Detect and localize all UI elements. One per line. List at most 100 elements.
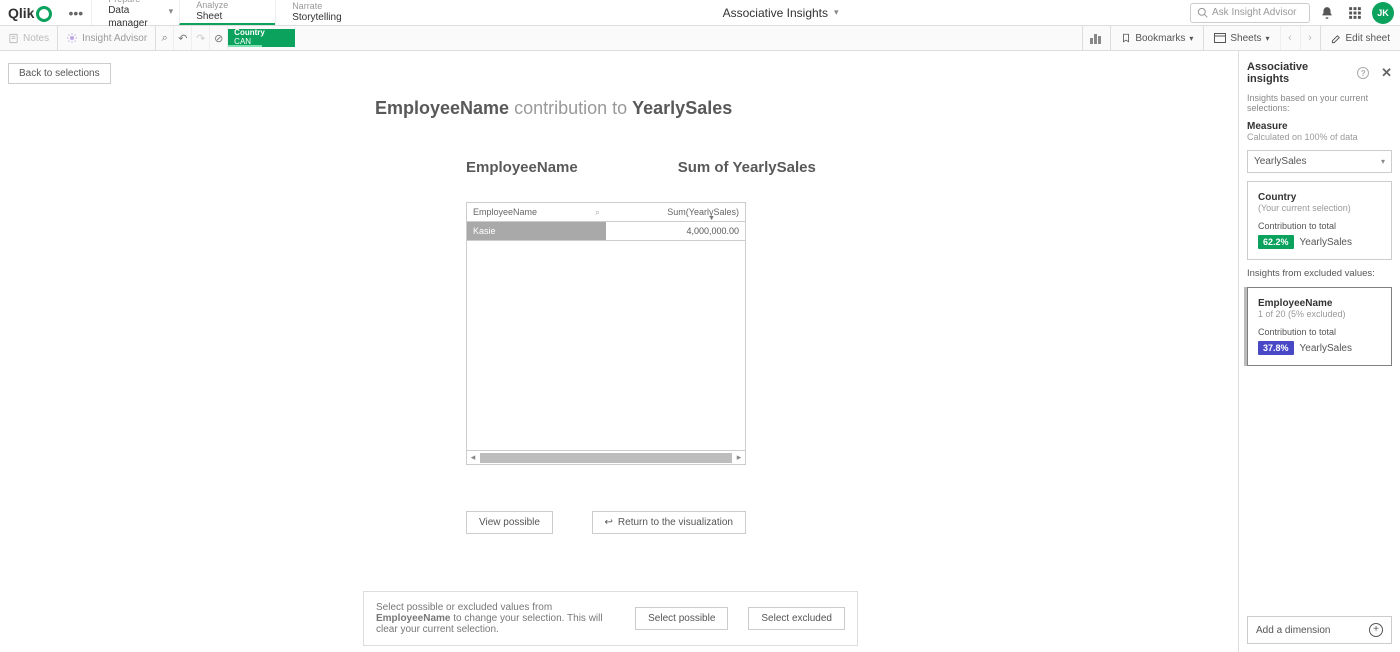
notes-icon (8, 33, 19, 44)
notifications-icon[interactable] (1316, 2, 1338, 24)
cell-value: 4,000,000.00 (606, 222, 746, 241)
prev-sheet-button[interactable]: ‹ (1280, 26, 1300, 50)
search-placeholder: Ask Insight Advisor (1212, 7, 1296, 18)
sheets-label: Sheets (1230, 33, 1261, 44)
table-action-buttons: View possible ↩ Return to the visualizat… (466, 511, 746, 534)
select-possible-button[interactable]: Select possible (635, 607, 728, 630)
cell-name: Kasie (467, 222, 607, 241)
measure-select[interactable]: YearlySales ▾ (1247, 150, 1392, 173)
measure-hint: Calculated on 100% of data (1247, 132, 1392, 142)
chevron-down-icon: ▾ (834, 7, 839, 18)
add-dimension-button[interactable]: Add a dimension + (1247, 616, 1392, 644)
next-sheet-button[interactable]: › (1300, 26, 1320, 50)
select-excluded-button[interactable]: Select excluded (748, 607, 845, 630)
content-area: Back to selections EmployeeName contribu… (0, 51, 1238, 652)
selections-tool-icon[interactable] (1082, 26, 1110, 50)
card2-field: EmployeeName (1258, 298, 1381, 309)
back-to-selections-button[interactable]: Back to selections (8, 63, 111, 84)
title-part-b: contribution to (509, 98, 632, 118)
edit-sheet-button[interactable]: Edit sheet (1320, 26, 1400, 50)
nav-analyze-label-top: Analyze (196, 1, 259, 10)
step-back-icon[interactable]: ↶ (174, 26, 192, 50)
card1-pct-badge: 62.2% (1258, 235, 1294, 249)
selection-toolbar: Notes Insight Advisor ⌕ ↶ ↷ ⊘ Country CA… (0, 26, 1400, 51)
bookmarks-label: Bookmarks (1135, 33, 1185, 44)
insight-advisor-label: Insight Advisor (82, 33, 147, 44)
table-head-sum[interactable]: Sum(YearlySales) ▼ (606, 203, 746, 222)
logo-icon (36, 6, 52, 22)
chevron-down-icon: ▾ (1266, 34, 1270, 43)
step-forward-icon[interactable]: ↷ (192, 26, 210, 50)
nav-narrate-label-top: Narrate (292, 2, 355, 11)
top-bar: Qlik ••• Prepare Data manager ▾ Analyze … (0, 0, 1400, 26)
app-title[interactable]: Associative Insights ▾ (371, 6, 1190, 20)
undo-icon: ↩ (605, 517, 613, 528)
user-avatar[interactable]: JK (1372, 2, 1394, 24)
scroll-track[interactable] (480, 453, 732, 463)
edit-icon (1331, 33, 1342, 44)
logo-text: Qlik (8, 5, 34, 21)
notes-label: Notes (23, 33, 49, 44)
sheets-button[interactable]: Sheets ▾ (1203, 26, 1279, 50)
panel-title: Associative insights (1247, 61, 1351, 85)
plus-circle-icon: + (1369, 623, 1383, 637)
col-head-left: EmployeeName (466, 159, 578, 176)
footer-bold: EmployeeName (376, 613, 450, 624)
chevron-down-icon: ▾ (1381, 157, 1385, 166)
scroll-left-icon[interactable]: ◂ (467, 452, 479, 463)
return-visualization-button[interactable]: ↩ Return to the visualization (592, 511, 746, 534)
sort-desc-icon[interactable]: ▼ (708, 215, 715, 222)
clear-selections-icon[interactable]: ⊘ (210, 26, 228, 50)
nav-narrate[interactable]: Narrate Storytelling (275, 0, 371, 25)
bookmarks-button[interactable]: Bookmarks ▾ (1110, 26, 1203, 50)
close-icon[interactable]: ✕ (1381, 65, 1392, 81)
app-logo[interactable]: Qlik (0, 5, 60, 21)
search-icon (1197, 7, 1208, 18)
main-area: Back to selections EmployeeName contribu… (0, 51, 1400, 652)
nav-prepare-label-bottom: Data manager (108, 4, 163, 30)
selection-chip-country[interactable]: Country CAN (228, 29, 295, 47)
chevron-down-icon[interactable]: ▾ (169, 6, 174, 17)
edit-sheet-label: Edit sheet (1346, 33, 1390, 44)
title-part-a: EmployeeName (375, 98, 509, 118)
insights-panel: Associative insights ? ✕ Insights based … (1238, 51, 1400, 652)
app-grid-icon[interactable] (1344, 2, 1366, 24)
help-icon[interactable]: ? (1357, 67, 1369, 79)
card1-field: Country (1258, 192, 1381, 203)
bookmark-icon (1121, 32, 1131, 44)
card2-contrib-label: Contribution to total (1258, 327, 1381, 337)
table-row[interactable]: Kasie 4,000,000.00 (467, 222, 746, 241)
card1-contrib-label: Contribution to total (1258, 221, 1381, 231)
app-title-label: Associative Insights (723, 6, 828, 20)
sheets-icon (1214, 33, 1226, 43)
scroll-right-icon[interactable]: ▸ (733, 452, 745, 463)
panel-header: Associative insights ? ✕ (1247, 61, 1392, 85)
add-dimension-label: Add a dimension (1256, 625, 1331, 636)
card1-metric: YearlySales (1300, 237, 1352, 248)
col-head-right: Sum of YearlySales (678, 159, 816, 176)
table-head-employee[interactable]: EmployeeName ⌕ (467, 203, 607, 222)
return-viz-label: Return to the visualization (618, 517, 733, 528)
nav-analyze[interactable]: Analyze Sheet (179, 0, 275, 25)
title-part-c: YearlySales (632, 98, 732, 118)
table-hscroll[interactable]: ◂ ▸ (466, 451, 746, 465)
card1-sub: (Your current selection) (1258, 203, 1381, 213)
footer-pre: Select possible or excluded values from (376, 602, 552, 613)
insight-card-excluded[interactable]: EmployeeName 1 of 20 (5% excluded) Contr… (1247, 287, 1392, 366)
table-empty-body (466, 241, 746, 451)
nav-prepare[interactable]: Prepare Data manager ▾ (91, 0, 179, 25)
notes-button[interactable]: Notes (0, 26, 58, 50)
excluded-values-label: Insights from excluded values: (1247, 268, 1392, 279)
more-menu-icon[interactable]: ••• (60, 5, 91, 21)
search-input[interactable]: Ask Insight Advisor (1190, 3, 1310, 23)
column-headers: EmployeeName Sum of YearlySales (466, 159, 1238, 176)
page-title: EmployeeName contribution to YearlySales (375, 98, 1238, 119)
measure-value: YearlySales (1254, 156, 1306, 167)
measure-label: Measure (1247, 121, 1392, 132)
view-possible-button[interactable]: View possible (466, 511, 553, 534)
card2-pct-badge: 37.8% (1258, 341, 1294, 355)
search-icon[interactable]: ⌕ (595, 207, 600, 218)
avatar-initials: JK (1377, 8, 1389, 18)
table-head-left-label: EmployeeName (473, 207, 537, 217)
insight-card-selection[interactable]: Country (Your current selection) Contrib… (1247, 181, 1392, 260)
